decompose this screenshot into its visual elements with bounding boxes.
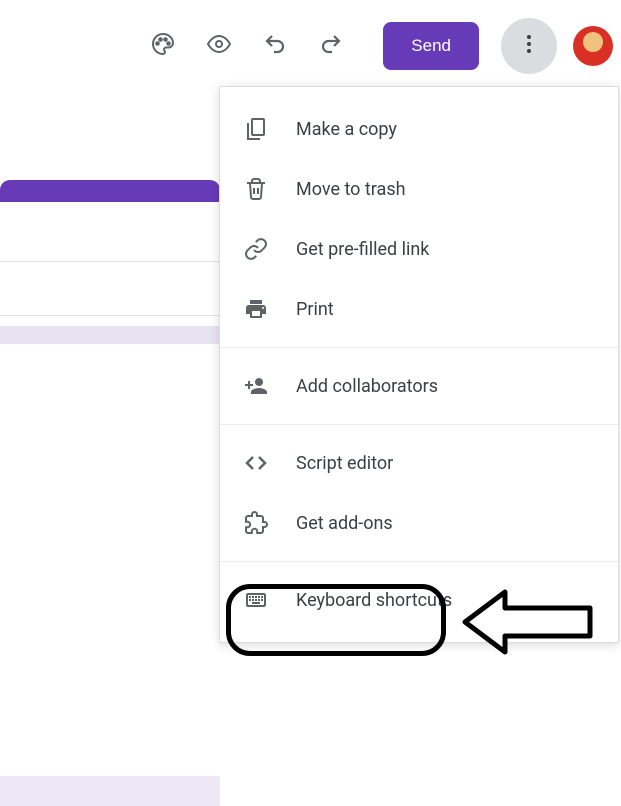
menu-label: Script editor [296,453,393,474]
menu-item-addons[interactable]: Get add-ons [220,493,618,553]
menu-item-shortcuts[interactable]: Keyboard shortcuts [220,570,618,630]
link-icon [244,237,268,261]
menu-label: Add collaborators [296,376,438,397]
people-add-icon [244,374,268,398]
menu-item-make-copy[interactable]: Make a copy [220,99,618,159]
menu-item-prefilled-link[interactable]: Get pre-filled link [220,219,618,279]
undo-button[interactable] [251,22,299,70]
send-button[interactable]: Send [383,22,479,70]
eye-icon [207,32,231,60]
more-vert-icon [517,32,541,60]
keyboard-icon [244,588,268,612]
print-icon [244,297,268,321]
redo-icon [319,32,343,60]
customize-theme-button[interactable] [139,22,187,70]
code-icon [244,451,268,475]
form-footer-strip [0,776,220,806]
menu-label: Get add-ons [296,513,393,534]
form-background [0,160,220,800]
toolbar: Send [0,0,621,92]
more-options-button[interactable] [501,18,557,74]
menu-label: Keyboard shortcuts [296,590,452,611]
menu-item-collaborators[interactable]: Add collaborators [220,356,618,416]
menu-divider [220,424,618,425]
menu-label: Print [296,299,334,320]
extension-icon [244,511,268,535]
undo-icon [263,32,287,60]
menu-item-script-editor[interactable]: Script editor [220,433,618,493]
avatar[interactable] [573,26,613,66]
menu-label: Move to trash [296,179,406,200]
menu-label: Make a copy [296,119,397,140]
trash-icon [244,177,268,201]
menu-item-print[interactable]: Print [220,279,618,339]
menu-divider [220,561,618,562]
menu-label: Get pre-filled link [296,239,429,260]
menu-divider [220,347,618,348]
copy-icon [244,117,268,141]
redo-button[interactable] [307,22,355,70]
more-options-menu: Make a copy Move to trash Get pre-filled… [219,86,619,643]
menu-item-move-trash[interactable]: Move to trash [220,159,618,219]
palette-icon [151,32,175,60]
preview-button[interactable] [195,22,243,70]
